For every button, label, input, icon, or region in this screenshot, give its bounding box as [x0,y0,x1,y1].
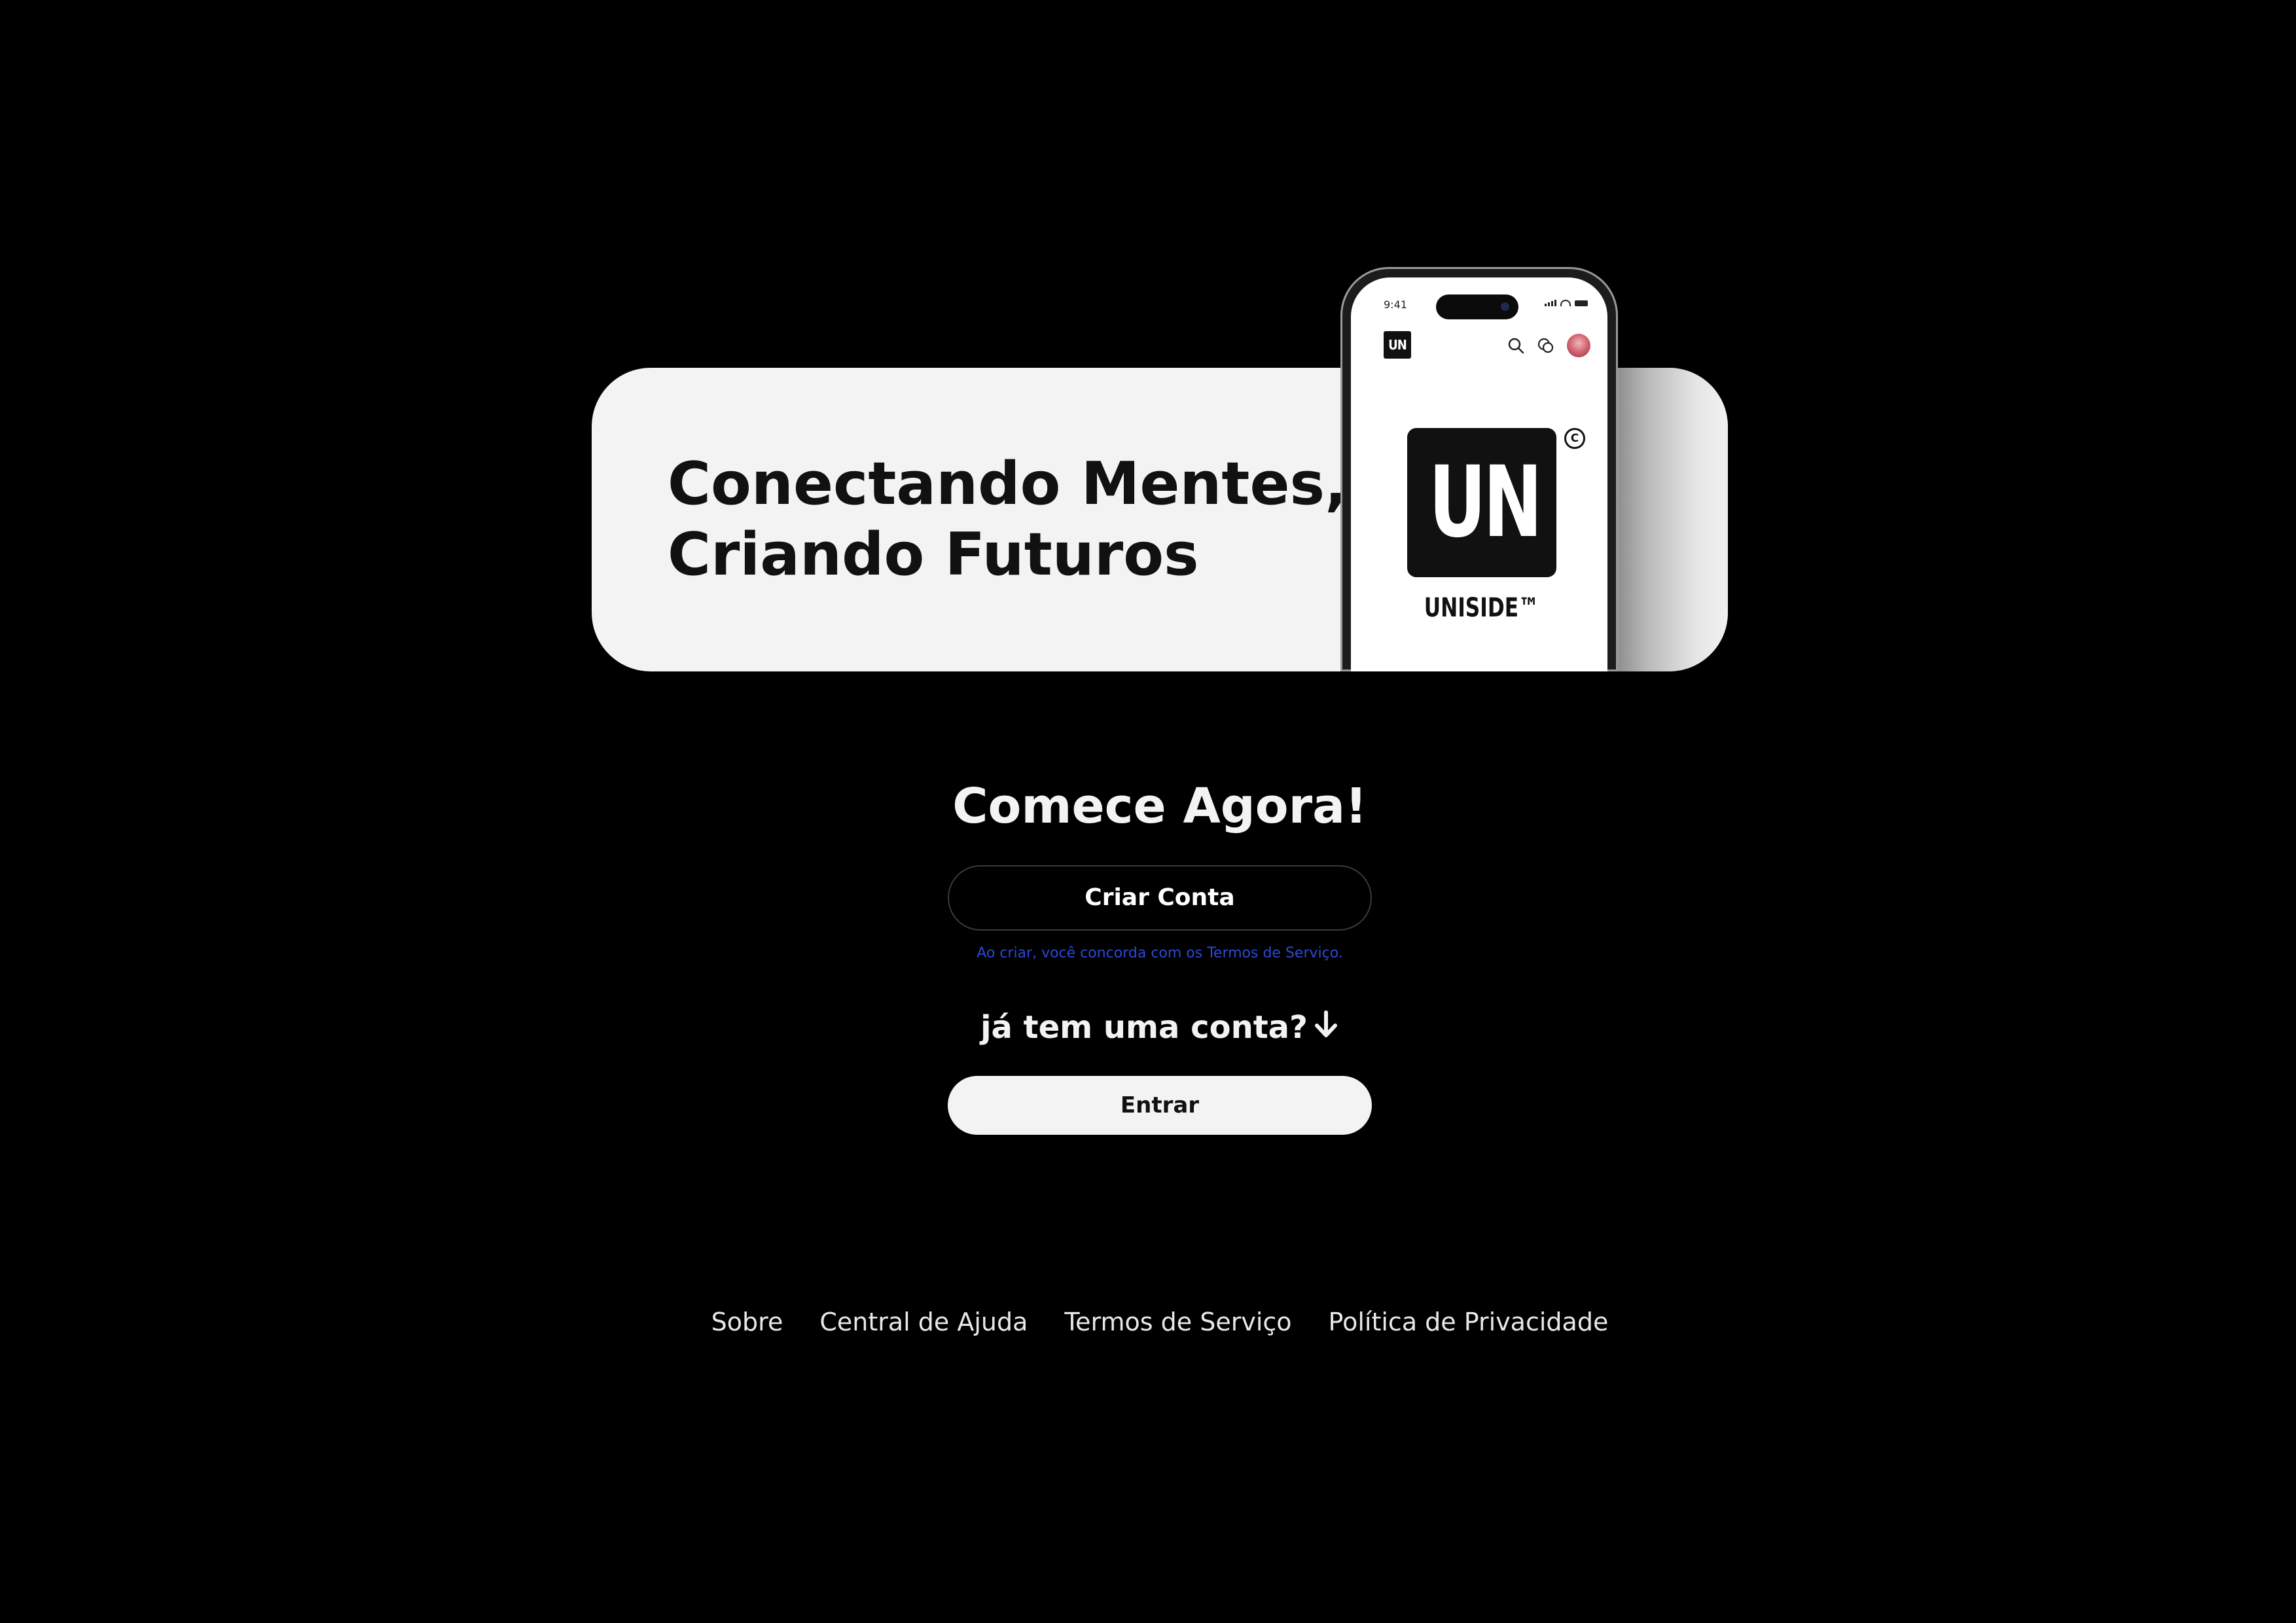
camera-icon [1501,302,1509,311]
phone-status-time: 9:41 [1384,298,1407,311]
wifi-icon [1560,300,1571,306]
footer-link-about[interactable]: Sobre [711,1308,783,1336]
avatar [1567,334,1590,357]
footer-nav: Sobre Central de Ajuda Termos de Serviço… [589,1308,1731,1336]
copyright-icon: C [1564,428,1585,449]
footer-link-privacy[interactable]: Política de Privacidade [1329,1308,1609,1336]
footer-link-terms[interactable]: Termos de Serviço [1064,1308,1291,1336]
hero-title: Conectando Mentes, Criando Futuros [668,449,1348,590]
login-button[interactable]: Entrar [948,1076,1372,1135]
terms-note-link[interactable]: Ao criar, você concorda com os Termos de… [851,945,1469,961]
battery-icon [1575,300,1588,306]
cta-title: Comece Agora! [952,778,1367,834]
create-account-button[interactable]: Criar Conta [948,865,1372,931]
dynamic-island [1436,294,1518,319]
footer-link-help-center[interactable]: Central de Ajuda [819,1308,1028,1336]
uniside-logo: UN [1407,428,1556,577]
have-account-text: já tem uma conta? [980,1009,1308,1046]
hero-title-line1: Conectando Mentes, [668,450,1348,518]
phone-screen: 9:41 UN UN C UNISIDE™ [1351,277,1607,671]
have-account-prompt: já tem uma conta? [851,1001,1469,1056]
brand-name: UNISIDE™ [1390,593,1573,623]
phone-mockup: 9:41 UN UN C UNISIDE™ [1340,267,1618,671]
brand-name-text: UNISIDE™ [1424,593,1539,623]
hero-title-line2: Criando Futuros [668,520,1199,589]
search-icon [1508,338,1524,354]
arrow-down-icon [1313,1003,1339,1056]
landing-page: Conectando Mentes, Criando Futuros 9:41 … [0,0,2296,1623]
status-icons [1545,300,1588,306]
app-logo-small: UN [1384,331,1411,359]
signal-icon [1545,300,1556,306]
chat-icon [1537,338,1554,353]
phone-app-toolbar [1507,334,1590,357]
hero-card-shadow [1604,368,1728,671]
uniside-logo-text: UN [1428,446,1543,560]
